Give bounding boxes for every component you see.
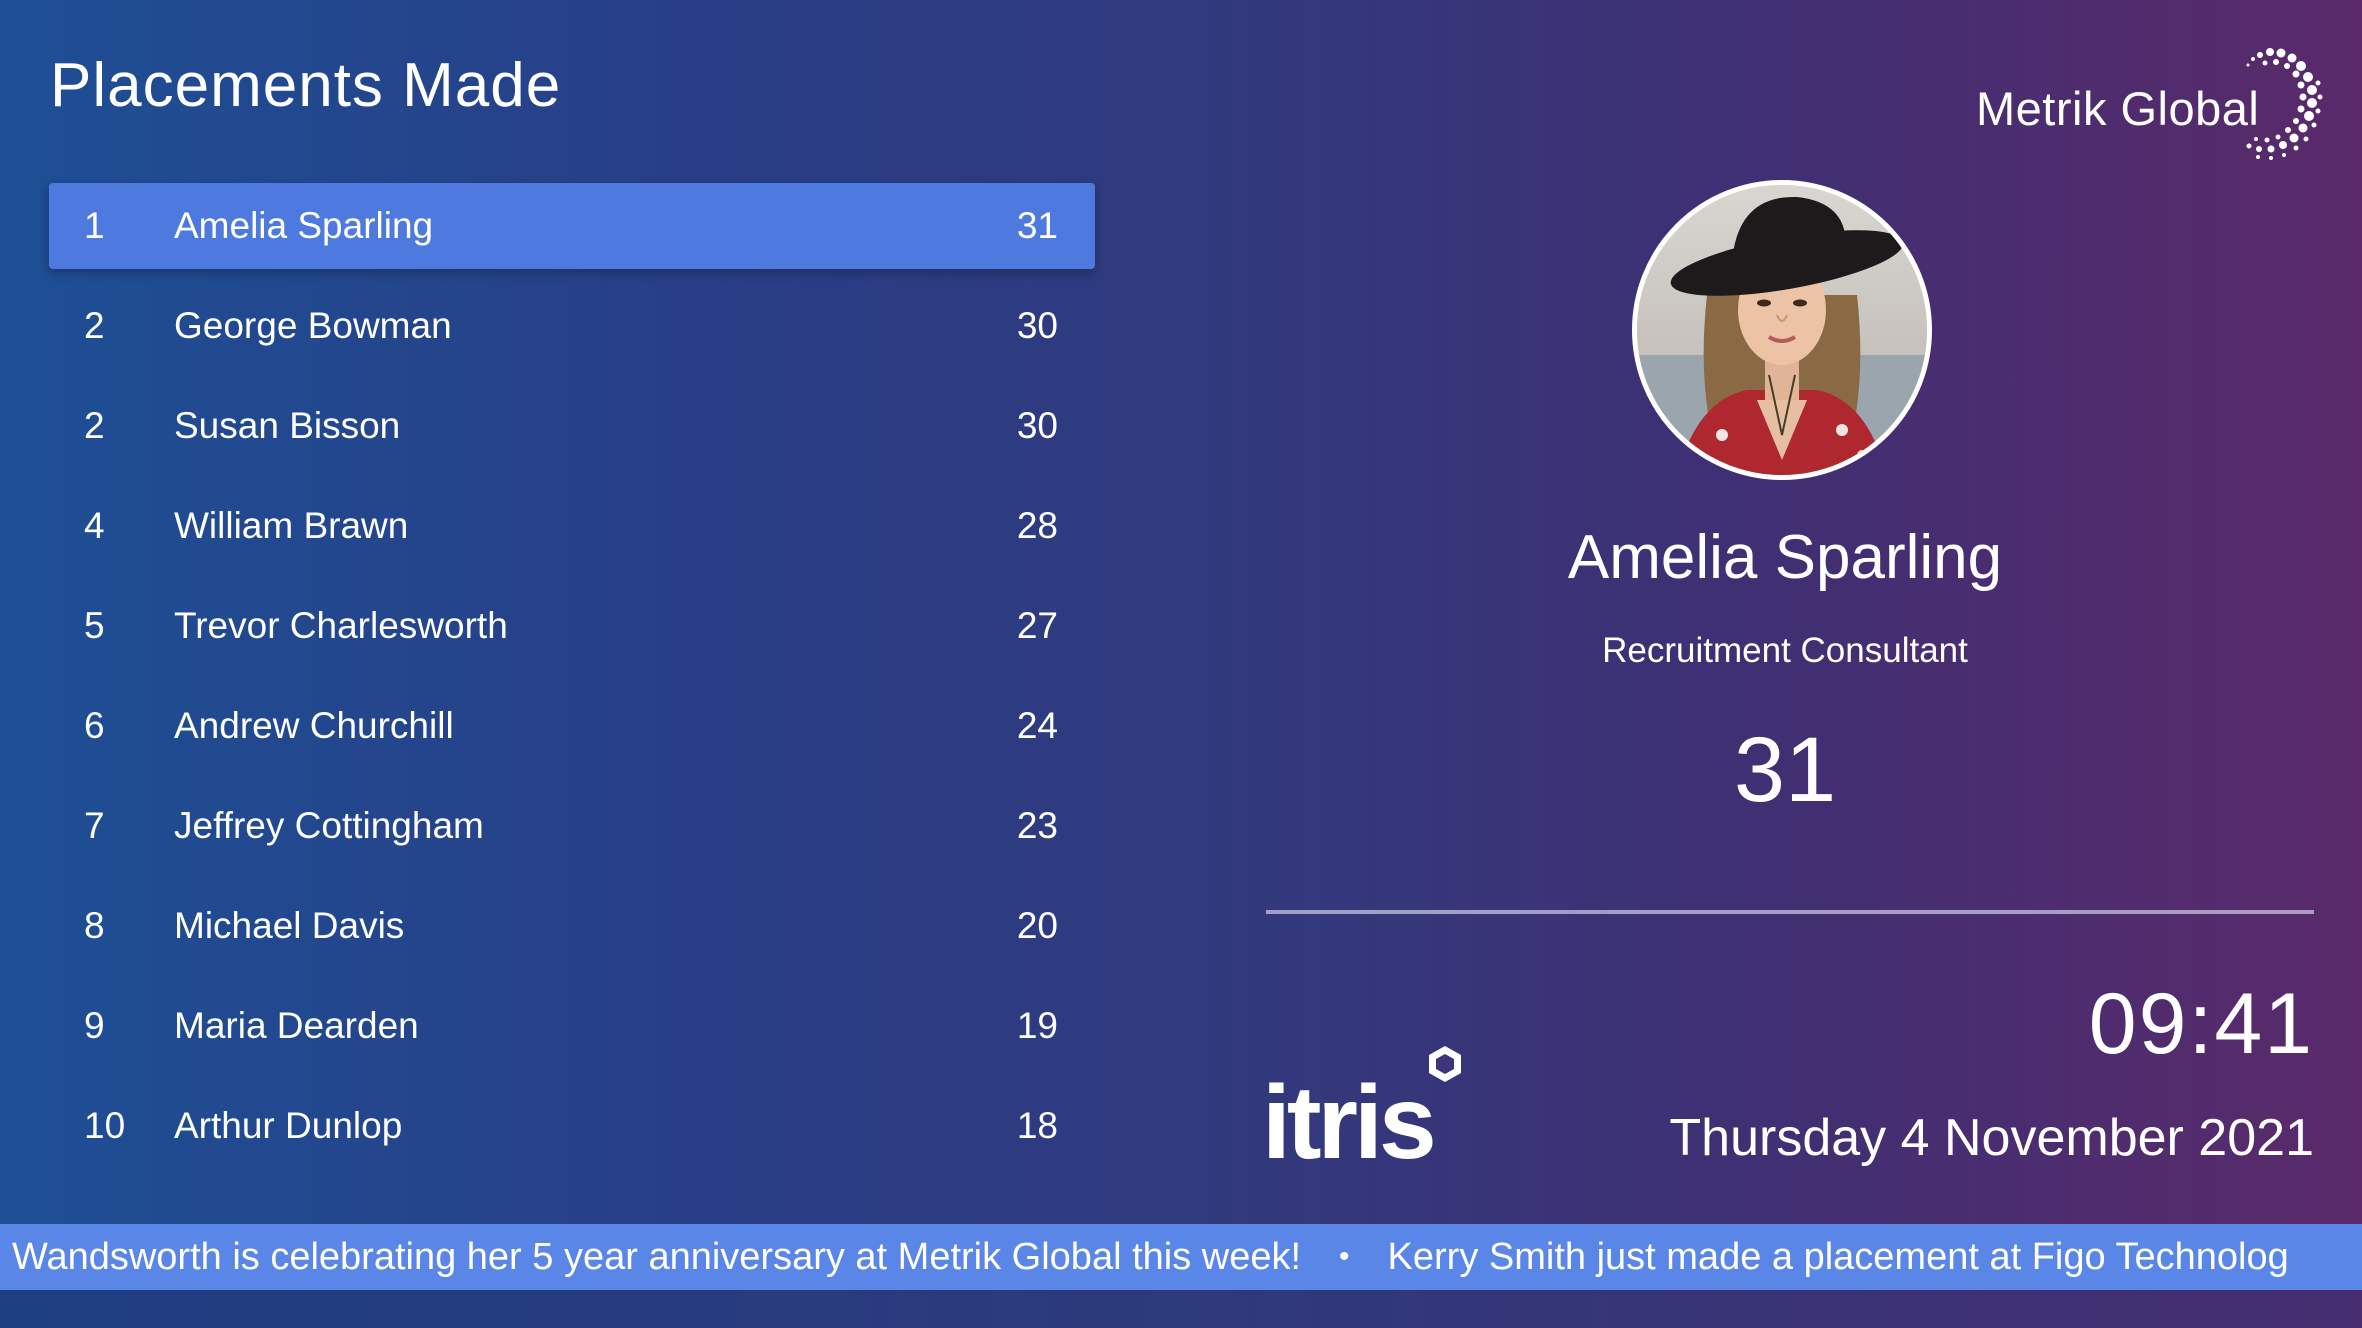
row-count: 30 xyxy=(1016,305,1058,346)
row-name: Trevor Charlesworth xyxy=(174,605,508,646)
row-count: 19 xyxy=(1016,1005,1058,1046)
row-count: 28 xyxy=(1016,505,1058,546)
row-count: 31 xyxy=(1016,205,1058,246)
leaderboard-screen: Placements Made 1 Amelia Sparling 31 2 G… xyxy=(0,0,2362,1328)
row-count: 20 xyxy=(1016,905,1058,946)
row-count: 23 xyxy=(1016,805,1058,846)
profile-avatar xyxy=(1632,180,1932,480)
dotted-swirl-icon xyxy=(2246,48,2323,160)
ticker-separator: • xyxy=(1339,1240,1350,1273)
profile-photo xyxy=(1637,185,1927,475)
leaderboard-list: 1 Amelia Sparling 31 2 George Bowman 30 … xyxy=(49,183,1095,1183)
row-rank: 5 xyxy=(84,605,105,646)
leaderboard-row[interactable]: 4 William Brawn 28 xyxy=(49,483,1095,569)
row-name: George Bowman xyxy=(174,305,452,346)
footer-strip xyxy=(0,1290,2362,1328)
row-rank: 1 xyxy=(84,205,105,246)
row-name: Arthur Dunlop xyxy=(174,1105,403,1146)
row-name: Jeffrey Cottingham xyxy=(174,805,484,846)
row-rank: 6 xyxy=(84,705,105,746)
divider xyxy=(1266,910,2314,914)
clock-date: Thursday 4 November 2021 xyxy=(1669,1109,2314,1167)
profile-role: Recruitment Consultant xyxy=(1602,631,1968,670)
row-rank: 10 xyxy=(84,1105,126,1146)
ticker-message: Wandsworth is celebrating her 5 year ann… xyxy=(12,1235,1302,1278)
row-count: 30 xyxy=(1016,405,1058,446)
row-rank: 7 xyxy=(84,805,105,846)
row-rank: 8 xyxy=(84,905,105,946)
profile-score: 31 xyxy=(1733,719,1837,821)
row-name: Amelia Sparling xyxy=(174,205,434,246)
leaderboard-row[interactable]: 1 Amelia Sparling 31 xyxy=(49,183,1095,269)
row-rank: 4 xyxy=(84,505,105,546)
clock-time: 09:41 xyxy=(2088,976,2314,1072)
leaderboard-row[interactable]: 9 Maria Dearden 19 xyxy=(49,983,1095,1069)
row-name: Maria Dearden xyxy=(174,1005,419,1046)
row-rank: 2 xyxy=(84,405,105,446)
brand-logo: Metrik Global xyxy=(1976,45,2323,175)
leaderboard-row[interactable]: 10 Arthur Dunlop 18 xyxy=(49,1083,1095,1169)
row-name: William Brawn xyxy=(174,505,409,546)
leaderboard-row[interactable]: 7 Jeffrey Cottingham 23 xyxy=(49,783,1095,869)
row-count: 24 xyxy=(1016,705,1058,746)
leaderboard-row[interactable]: 5 Trevor Charlesworth 27 xyxy=(49,583,1095,669)
row-name: Andrew Churchill xyxy=(174,705,454,746)
leaderboard-row[interactable]: 2 Susan Bisson 30 xyxy=(49,383,1095,469)
hexagon-icon xyxy=(1429,1046,1461,1082)
row-count: 18 xyxy=(1016,1105,1058,1146)
leaderboard-row[interactable]: 8 Michael Davis 20 xyxy=(49,883,1095,969)
row-rank: 2 xyxy=(84,305,105,346)
page-title: Placements Made xyxy=(50,51,562,120)
itris-logo-text: itris xyxy=(1262,1065,1433,1170)
row-count: 27 xyxy=(1016,605,1058,646)
row-name: Susan Bisson xyxy=(174,405,401,446)
ticker-message: Kerry Smith just made a placement at Fig… xyxy=(1387,1235,2289,1278)
row-rank: 9 xyxy=(84,1005,105,1046)
leaderboard-row[interactable]: 2 George Bowman 30 xyxy=(49,283,1095,369)
ticker-track: Wandsworth is celebrating her 5 year ann… xyxy=(0,1236,2289,1279)
itris-logo: itris xyxy=(1262,1046,1461,1170)
profile-name: Amelia Sparling xyxy=(1567,523,2003,592)
row-name: Michael Davis xyxy=(174,905,405,946)
news-ticker: Wandsworth is celebrating her 5 year ann… xyxy=(0,1224,2362,1290)
leaderboard-row[interactable]: 6 Andrew Churchill 24 xyxy=(49,683,1095,769)
